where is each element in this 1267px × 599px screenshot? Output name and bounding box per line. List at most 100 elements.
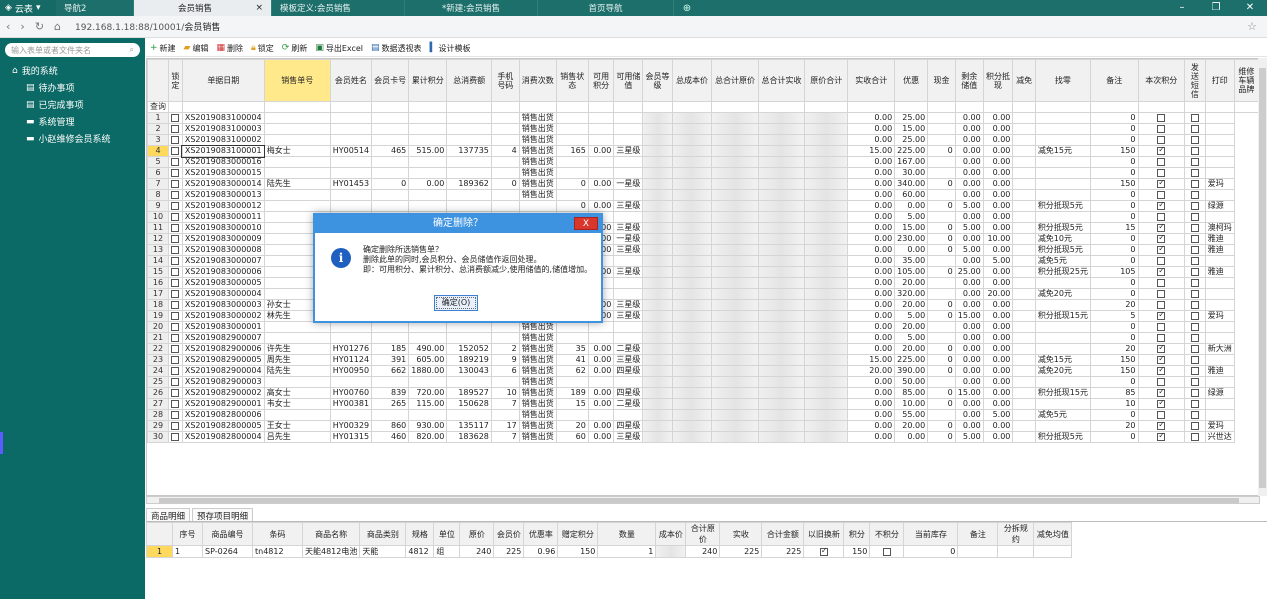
- checkbox-icon[interactable]: [1190, 289, 1199, 298]
- checkbox-icon[interactable]: [1190, 421, 1199, 430]
- print-checkbox[interactable]: [1183, 409, 1206, 421]
- query-cell[interactable]: [408, 101, 448, 113]
- checkbox-icon[interactable]: [1190, 399, 1199, 408]
- checkbox-icon[interactable]: [1157, 267, 1166, 276]
- vertical-scrollbar[interactable]: [1258, 58, 1267, 496]
- checkbox-icon[interactable]: [171, 245, 180, 254]
- table-row[interactable]: 7 XS2019083000014 陆先生 HY01453 0 0.00 189362 0 销售…: [147, 178, 1259, 190]
- scroll-thumb[interactable]: [159, 498, 1239, 503]
- query-cell[interactable]: [555, 101, 589, 113]
- detail-cell[interactable]: 225: [493, 545, 525, 558]
- sms-checkbox[interactable]: [1137, 134, 1185, 146]
- dialog-close-button[interactable]: X: [574, 217, 598, 230]
- lock-checkbox[interactable]: [168, 321, 183, 333]
- checkbox-icon[interactable]: [1190, 135, 1199, 144]
- minimize-icon[interactable]: –: [1165, 0, 1199, 16]
- detail-column-header[interactable]: 单位: [433, 522, 461, 546]
- print-checkbox[interactable]: [1183, 310, 1206, 322]
- sms-checkbox[interactable]: [1137, 288, 1185, 300]
- detail-cell[interactable]: [997, 545, 1035, 558]
- checkbox-icon[interactable]: [1157, 157, 1166, 166]
- sms-checkbox[interactable]: [1137, 420, 1185, 432]
- detail-column-header[interactable]: 实收: [719, 522, 763, 546]
- sms-checkbox[interactable]: [1137, 409, 1185, 421]
- checkbox-icon[interactable]: [1190, 300, 1199, 309]
- table-row[interactable]: 1 XS2019083100004 销售出货 0.00 25.00 0.00 0.00 0: [147, 112, 1259, 124]
- checkbox-icon[interactable]: [171, 124, 180, 133]
- checkbox-icon[interactable]: [171, 234, 180, 243]
- query-cell[interactable]: [446, 101, 492, 113]
- table-row[interactable]: 21 XS2019082900007 销售出货 0.00 5.00 0.00 0.00 0: [147, 332, 1259, 344]
- column-header[interactable]: 销售单号: [263, 59, 331, 102]
- checkbox-icon[interactable]: [171, 289, 180, 298]
- checkbox-icon[interactable]: [171, 300, 180, 309]
- lock-checkbox[interactable]: [168, 365, 183, 377]
- lock-checkbox[interactable]: [168, 134, 183, 146]
- sms-checkbox[interactable]: [1137, 387, 1185, 399]
- checkbox-icon[interactable]: [1190, 278, 1199, 287]
- sms-checkbox[interactable]: [1137, 145, 1185, 157]
- checkbox-icon[interactable]: [171, 135, 180, 144]
- sidebar-item-repair-system[interactable]: ▬ 小赵维修会员系统: [0, 130, 145, 147]
- checkbox-icon[interactable]: [1190, 333, 1199, 342]
- scroll-thumb[interactable]: [1259, 68, 1266, 488]
- query-cell[interactable]: [711, 101, 759, 113]
- sms-checkbox[interactable]: [1137, 299, 1185, 311]
- query-cell[interactable]: [1034, 101, 1092, 113]
- checkbox-icon[interactable]: [1190, 201, 1199, 210]
- query-cell[interactable]: [982, 101, 1014, 113]
- print-checkbox[interactable]: [1183, 255, 1206, 267]
- column-header[interactable]: 原价合计: [804, 59, 849, 102]
- column-header[interactable]: 总消费额: [446, 59, 492, 102]
- sms-checkbox[interactable]: [1137, 376, 1185, 388]
- query-cell[interactable]: [518, 101, 557, 113]
- table-row[interactable]: 28 XS2019082800006 销售出货 0.00 55.00 0.00 5.00 减免…: [147, 409, 1259, 421]
- checkbox-icon[interactable]: [1157, 300, 1166, 309]
- column-header[interactable]: 会员姓名: [329, 59, 373, 102]
- query-cell[interactable]: [642, 101, 673, 113]
- lock-checkbox[interactable]: [168, 244, 183, 256]
- detail-cell[interactable]: tn4812: [252, 545, 303, 558]
- print-checkbox[interactable]: [1183, 134, 1206, 146]
- column-header[interactable]: 累计积分: [408, 59, 448, 102]
- detail-column-header[interactable]: 商品编号: [202, 522, 253, 546]
- detail-cell[interactable]: 1: [172, 545, 203, 558]
- detail-column-header[interactable]: 会员价: [493, 522, 525, 546]
- table-row[interactable]: 22 XS2019082900006 许先生 HY01276 185 490.00 1520…: [147, 343, 1259, 355]
- checkbox-icon[interactable]: [1157, 344, 1166, 353]
- sms-checkbox[interactable]: [1137, 310, 1185, 322]
- checkbox-icon[interactable]: [1157, 146, 1166, 155]
- detail-column-header[interactable]: 当前库存: [903, 522, 959, 546]
- detail-column-header[interactable]: 优惠率: [523, 522, 559, 546]
- checkbox-icon[interactable]: [1157, 223, 1166, 232]
- print-checkbox[interactable]: [1183, 222, 1206, 234]
- detail-cell[interactable]: SP-0264: [202, 545, 253, 558]
- column-header[interactable]: 可用储值: [613, 59, 644, 102]
- query-cell[interactable]: [804, 101, 849, 113]
- table-row[interactable]: 20 XS2019083000001 销售出货 0.00 20.00 0.00 0.00 0: [147, 321, 1259, 333]
- detail-cell[interactable]: 150: [557, 545, 599, 558]
- checkbox-icon[interactable]: [171, 212, 180, 221]
- detail-cell[interactable]: 150: [843, 545, 871, 558]
- column-header[interactable]: 总合计原价: [711, 59, 759, 102]
- print-checkbox[interactable]: [1183, 343, 1206, 355]
- query-cell[interactable]: [1012, 101, 1036, 113]
- back-icon[interactable]: ‹: [6, 20, 10, 33]
- print-checkbox[interactable]: [1183, 233, 1206, 245]
- lock-button[interactable]: 🔒︎ 锁定: [251, 43, 274, 54]
- new-tab-button[interactable]: ⊕: [680, 0, 694, 16]
- checkbox-icon[interactable]: [171, 146, 180, 155]
- sms-checkbox[interactable]: [1137, 156, 1185, 168]
- bookmark-star-icon[interactable]: ☆: [1247, 20, 1257, 33]
- detail-column-header[interactable]: 赠定积分: [557, 522, 599, 546]
- horizontal-scrollbar[interactable]: [146, 496, 1260, 504]
- lock-checkbox[interactable]: [168, 266, 183, 278]
- sms-checkbox[interactable]: [1137, 244, 1185, 256]
- print-checkbox[interactable]: [1183, 321, 1206, 333]
- detail-column-header[interactable]: 序号: [172, 522, 203, 546]
- detail-cell[interactable]: 240: [685, 545, 721, 558]
- query-cell[interactable]: [329, 101, 373, 113]
- lock-checkbox[interactable]: [168, 145, 183, 157]
- sms-checkbox[interactable]: [1137, 365, 1185, 377]
- detail-column-header[interactable]: 成本价: [655, 522, 687, 546]
